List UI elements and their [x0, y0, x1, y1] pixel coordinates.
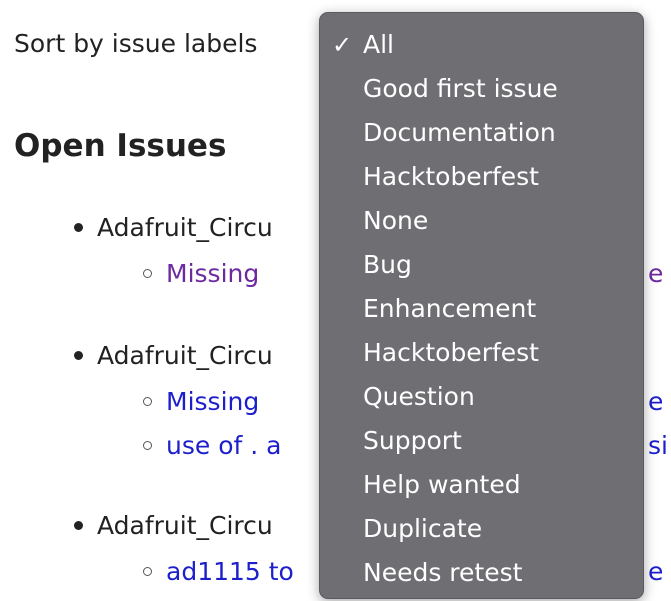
dropdown-option-none[interactable]: None [320, 199, 643, 243]
dropdown-option-label: Support [363, 426, 462, 455]
page-title: Open Issues [14, 128, 227, 164]
issue-title-tail[interactable]: e [648, 386, 663, 418]
dropdown-option-question[interactable]: Question [320, 375, 643, 419]
dropdown-option-hacktoberfest[interactable]: Hacktoberfest [320, 155, 643, 199]
checkmark-icon: ✓ [332, 31, 353, 59]
dropdown-option-label: Hacktoberfest [363, 338, 539, 367]
issue-title: use of . a [166, 431, 282, 460]
dropdown-option-all[interactable]: ✓ All [320, 23, 643, 67]
repo-name: Adafruit_Circu [97, 341, 273, 370]
dropdown-option-label: Help wanted [363, 470, 521, 499]
bullet-circle-icon [143, 268, 152, 278]
bullet-disc-icon [74, 350, 83, 360]
bullet-circle-icon [143, 440, 152, 450]
dropdown-option-label: Enhancement [363, 294, 537, 323]
dropdown-option-label: Bug [363, 250, 412, 279]
sort-label-dropdown-menu[interactable]: ✓ All Good first issue Documentation Hac… [319, 12, 644, 599]
dropdown-option-label: Question [363, 382, 475, 411]
dropdown-option-help-wanted[interactable]: Help wanted [320, 463, 643, 507]
bullet-circle-icon [143, 566, 152, 576]
issue-title: ad1115 to [166, 557, 294, 586]
dropdown-option-good-first-issue[interactable]: Good first issue [320, 67, 643, 111]
bullet-circle-icon [143, 396, 152, 406]
repo-item: Adafruit_Circu [74, 510, 273, 542]
bullet-disc-icon [74, 520, 83, 530]
bullet-disc-icon [74, 222, 83, 232]
issue-link[interactable]: ad1115 to [143, 556, 294, 588]
issue-title: Missing [166, 387, 260, 416]
repo-name: Adafruit_Circu [97, 213, 273, 242]
issue-title: Missing [166, 259, 260, 288]
repo-name: Adafruit_Circu [97, 511, 273, 540]
repo-item: Adafruit_Circu [74, 212, 273, 244]
dropdown-option-enhancement[interactable]: Enhancement [320, 287, 643, 331]
dropdown-option-needs-retest[interactable]: Needs retest [320, 551, 643, 595]
dropdown-option-support[interactable]: Support [320, 419, 643, 463]
issue-title-tail[interactable]: si [648, 430, 668, 462]
issue-link[interactable]: Missing [143, 386, 259, 418]
dropdown-option-label: Documentation [363, 118, 556, 147]
dropdown-option-label: Duplicate [363, 514, 483, 543]
dropdown-option-label: Needs retest [363, 558, 523, 587]
issue-link[interactable]: use of . a [143, 430, 281, 462]
dropdown-option-label: All [363, 30, 394, 59]
issue-title-tail[interactable]: e [648, 556, 663, 588]
dropdown-option-documentation[interactable]: Documentation [320, 111, 643, 155]
issue-link[interactable]: Missing [143, 258, 259, 290]
issue-title-tail[interactable]: e [648, 258, 663, 290]
dropdown-option-duplicate[interactable]: Duplicate [320, 507, 643, 551]
dropdown-option-bug[interactable]: Bug [320, 243, 643, 287]
dropdown-option-label: Good first issue [363, 74, 558, 103]
dropdown-option-hacktoberfest-2[interactable]: Hacktoberfest [320, 331, 643, 375]
dropdown-option-label: Hacktoberfest [363, 162, 539, 191]
repo-item: Adafruit_Circu [74, 340, 273, 372]
dropdown-option-label: None [363, 206, 429, 235]
sort-label: Sort by issue labels [14, 29, 258, 58]
